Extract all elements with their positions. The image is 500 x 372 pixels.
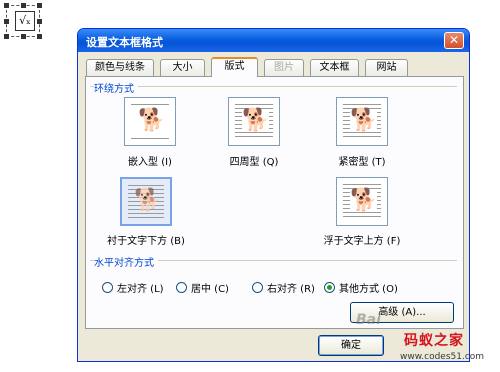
watermark-logo: 码蚁之家 — [404, 333, 464, 349]
site-watermark: 码蚁之家 www.codes51.com — [400, 330, 496, 368]
resize-handle[interactable] — [4, 19, 9, 24]
tab-size[interactable]: 大小 — [160, 59, 205, 76]
resize-handle[interactable] — [21, 3, 26, 8]
dialog-title: 设置文本框格式 — [86, 36, 163, 49]
tab-colors-lines[interactable]: 颜色与线条 — [86, 59, 154, 76]
close-button[interactable]: ✕ — [444, 32, 464, 49]
align-group-label: 水平对齐方式 — [94, 254, 158, 269]
wrap-inline-label: 嵌入型 (I) — [128, 157, 172, 168]
align-other-radio[interactable]: 其他方式 (O) — [324, 280, 398, 295]
resize-handle[interactable] — [4, 34, 9, 39]
resize-handle[interactable] — [4, 3, 9, 8]
wrap-tight-option[interactable]: 🐕 — [336, 97, 388, 146]
wrap-square-option[interactable]: 🐕 — [228, 97, 280, 146]
resize-handle[interactable] — [37, 34, 42, 39]
radio-circle[interactable] — [176, 282, 187, 293]
radio-circle[interactable] — [102, 282, 113, 293]
dog-icon: 🐕 — [242, 108, 270, 133]
wrap-in-front-label: 浮于文字上方 (F) — [323, 236, 401, 247]
align-left-label: 左对齐 (L) — [117, 284, 164, 295]
dog-icon: 🐕 — [134, 188, 162, 213]
align-right-label: 右对齐 (R) — [267, 284, 315, 295]
radio-circle[interactable] — [252, 282, 263, 293]
align-center-radio[interactable]: 居中 (C) — [176, 280, 229, 295]
wrap-behind-text-label: 衬于文字下方 (B) — [107, 236, 185, 247]
group-divider — [90, 86, 457, 87]
format-textbox-dialog: 设置文本框格式 ✕ 颜色与线条 大小 版式 图片 文本框 网站 环绕方式 🐕 嵌… — [77, 28, 470, 362]
resize-handle[interactable] — [21, 34, 26, 39]
align-other-label: 其他方式 (O) — [339, 284, 398, 295]
ok-button[interactable]: 确定 — [318, 335, 384, 356]
dog-icon: 🐕 — [350, 108, 378, 133]
radio-circle-selected[interactable] — [324, 282, 335, 293]
wrap-square-label: 四周型 (Q) — [229, 157, 279, 168]
watermark-url: www.codes51.com — [400, 352, 485, 362]
baidu-watermark: Bai — [356, 312, 381, 328]
align-right-radio[interactable]: 右对齐 (R) — [252, 280, 315, 295]
align-center-label: 居中 (C) — [191, 284, 229, 295]
layout-panel: 环绕方式 🐕 嵌入型 (I) 🐕 四周型 (Q) 🐕 紧密型 (T) 🐕 衬于文… — [85, 76, 464, 329]
dog-icon: 🐕 — [138, 108, 166, 133]
wrap-in-front-option[interactable]: 🐕 — [336, 177, 388, 226]
formula-icon: √ₓ — [15, 11, 35, 31]
close-icon: ✕ — [448, 33, 460, 47]
align-left-radio[interactable]: 左对齐 (L) — [102, 280, 164, 295]
tab-textbox[interactable]: 文本框 — [310, 59, 359, 76]
wrap-tight-label: 紧密型 (T) — [338, 157, 386, 168]
resize-handle[interactable] — [37, 3, 42, 8]
tab-web[interactable]: 网站 — [365, 59, 408, 76]
wrap-behind-text-option[interactable]: 🐕 — [120, 177, 172, 226]
tab-picture: 图片 — [264, 59, 304, 76]
dog-icon: 🐕 — [350, 188, 378, 213]
title-bar[interactable]: 设置文本框格式 ✕ — [78, 29, 469, 52]
wrap-inline-option[interactable]: 🐕 — [124, 97, 176, 146]
wrap-group-label: 环绕方式 — [94, 80, 138, 95]
tab-layout[interactable]: 版式 — [211, 57, 258, 77]
textbox-object-icon[interactable]: √ₓ — [4, 3, 42, 39]
resize-handle[interactable] — [37, 19, 42, 24]
